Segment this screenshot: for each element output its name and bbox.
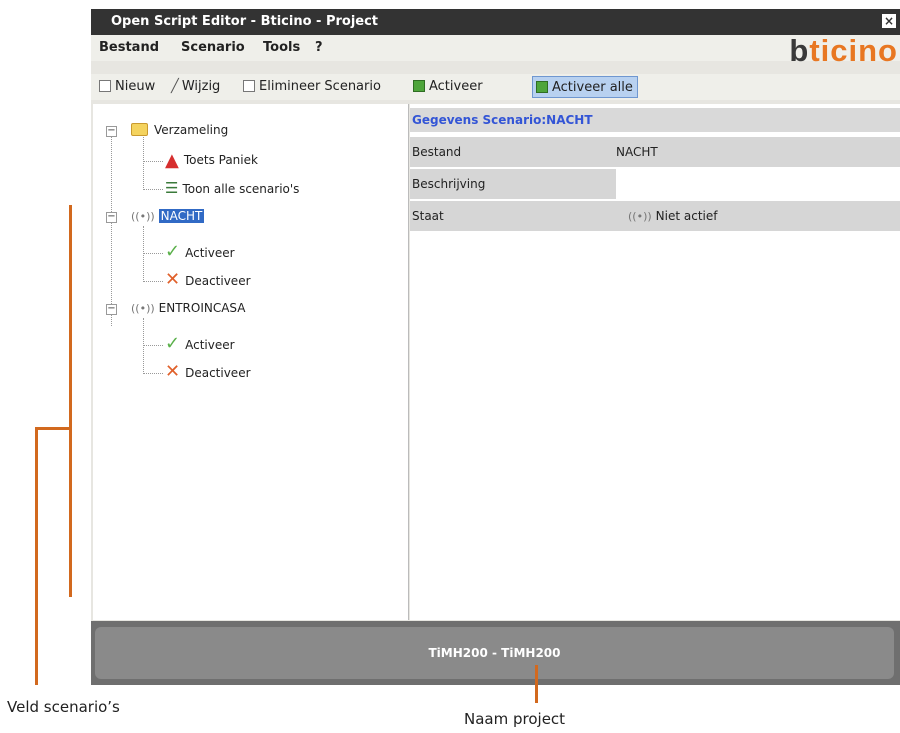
bticino-logo: bticino — [789, 33, 898, 68]
row-label: Bestand — [412, 145, 462, 159]
close-icon[interactable]: × — [882, 14, 896, 28]
delete-scenario-button[interactable]: Elimineer Scenario — [243, 76, 381, 98]
state-value: Niet actief — [655, 209, 718, 223]
tree-item-deactivate[interactable]: ✕ Deactiveer — [165, 362, 251, 382]
tree-item-scenario-nacht[interactable]: ((•)) NACHT — [131, 206, 205, 226]
edit-button[interactable]: ╱ Wijzig — [171, 76, 220, 98]
project-name: TiMH200 - TiMH200 — [95, 627, 894, 679]
toolbar: Nieuw ╱ Wijzig Elimineer Scenario Activee… — [91, 74, 900, 100]
pencil-icon: ╱ — [171, 79, 179, 94]
collapse-toggle[interactable]: − — [106, 304, 117, 315]
menu-scenario[interactable]: Scenario — [181, 35, 245, 61]
activate-all-icon — [536, 81, 548, 93]
list-icon: ☰ — [165, 179, 179, 197]
menu-bar: Bestand Scenario Tools ? — [91, 35, 900, 61]
folder-icon — [131, 123, 148, 136]
title-bar: Open Script Editor - Bticino - Project × — [91, 9, 900, 35]
annotation-leader — [35, 427, 38, 685]
menu-bestand[interactable]: Bestand — [99, 35, 159, 61]
annotation-project-name: Naam project — [464, 710, 566, 728]
activate-icon — [413, 80, 425, 92]
activate-all-button[interactable]: Activeer alle — [532, 76, 638, 98]
window-title: Open Script Editor - Bticino - Project — [111, 14, 379, 29]
menu-help[interactable]: ? — [315, 35, 323, 61]
activate-button[interactable]: Activeer — [413, 76, 483, 98]
document-icon — [99, 80, 111, 92]
annotation-connector — [35, 427, 72, 430]
cross-icon: ✕ — [165, 269, 181, 290]
annotation-scenario-field: Veld scenario’s — [7, 698, 120, 716]
row-label: Staat — [412, 209, 444, 223]
status-bar: TiMH200 - TiMH200 — [91, 621, 900, 685]
warning-icon: ▲ — [165, 150, 179, 171]
collapse-toggle[interactable]: − — [106, 212, 117, 223]
tree-item-deactivate[interactable]: ✕ Deactiveer — [165, 270, 251, 290]
description-field[interactable] — [616, 169, 900, 199]
row-value: ((•)) Niet actief — [616, 201, 900, 231]
details-header: Gegevens Scenario:NACHT — [410, 108, 900, 132]
annotation-bracket — [69, 205, 72, 597]
delete-icon — [243, 80, 255, 92]
details-row: Bestand NACHT — [410, 137, 900, 167]
new-button[interactable]: Nieuw — [99, 76, 155, 98]
collapse-toggle[interactable]: − — [106, 126, 117, 137]
tree-item-activate[interactable]: ✓ Activeer — [165, 334, 235, 354]
app-window: Open Script Editor - Bticino - Project ×… — [91, 9, 900, 685]
scenario-tree: − Verzameling ▲ Toets Paniek ☰ Toon alle s… — [93, 104, 409, 620]
details-row: Beschrijving — [410, 169, 900, 199]
tree-item-panic[interactable]: ▲ Toets Paniek — [165, 150, 258, 171]
annotation-leader — [535, 665, 538, 703]
check-icon: ✓ — [165, 333, 181, 354]
scenario-icon: ((•)) — [131, 302, 155, 315]
row-label: Beschrijving — [412, 177, 486, 191]
details-panel: Gegevens Scenario:NACHT Bestand NACHT Be… — [410, 104, 900, 620]
menu-tools[interactable]: Tools — [263, 35, 300, 61]
scenario-icon: ((•)) — [628, 210, 652, 223]
check-icon: ✓ — [165, 241, 181, 262]
scenario-icon: ((•)) — [131, 210, 155, 223]
cross-icon: ✕ — [165, 361, 181, 382]
row-value: NACHT — [616, 145, 658, 159]
tree-item-scenario-entroincasa[interactable]: ((•)) ENTROINCASA — [131, 298, 245, 318]
details-row: Staat ((•)) Niet actief — [410, 201, 900, 231]
tree-item-activate[interactable]: ✓ Activeer — [165, 242, 235, 262]
tree-item-show-all[interactable]: ☰ Toon alle scenario's — [165, 178, 299, 198]
tree-item-collection[interactable]: Verzameling — [131, 120, 228, 140]
